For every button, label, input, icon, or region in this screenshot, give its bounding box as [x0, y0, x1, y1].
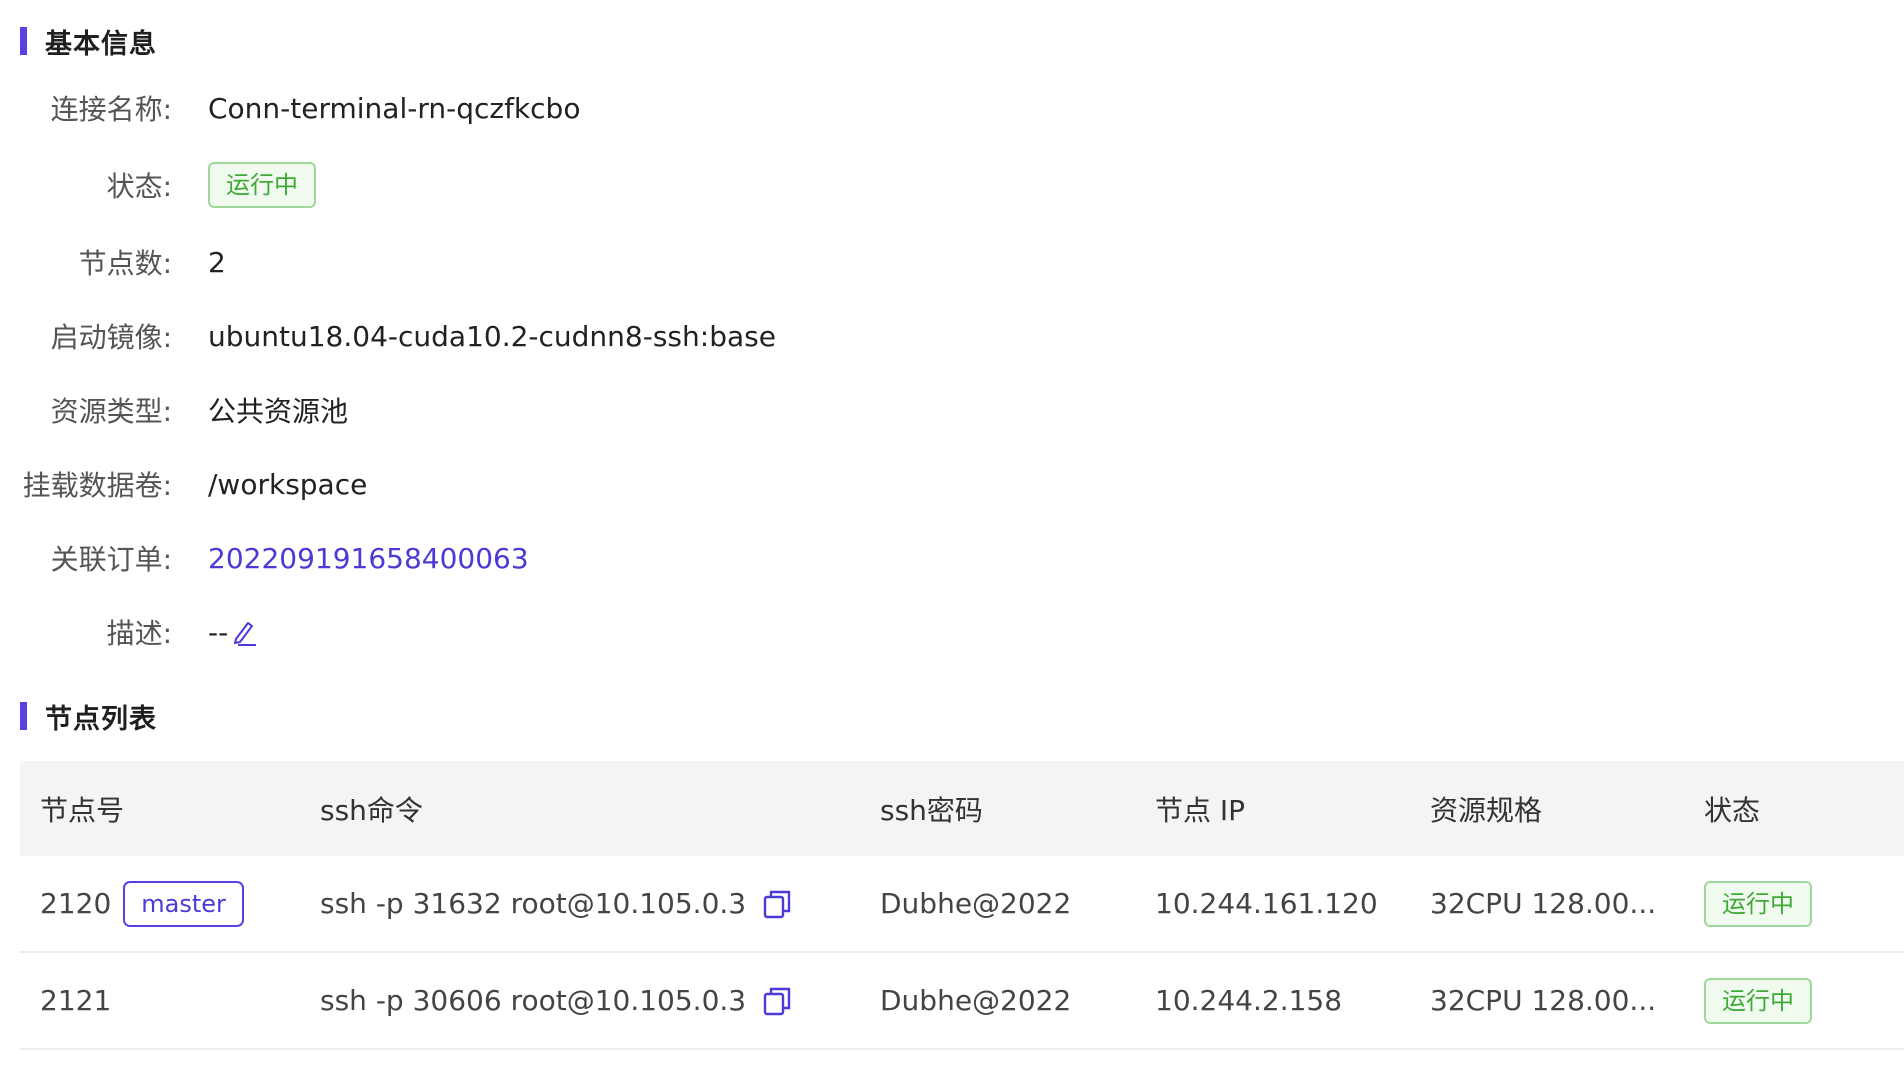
node-ip: 10.244.2.158: [1155, 984, 1343, 1017]
status-badge: 运行中: [1704, 880, 1812, 927]
node-ip: 10.244.161.120: [1155, 887, 1378, 920]
info-row-connection-name: 连接名称: Conn-terminal-rn-qczfkcbo: [0, 86, 581, 130]
ssh-command-cell: ssh -p 30606 root@10.105.0.3: [320, 984, 792, 1017]
node-id: 2120: [40, 887, 112, 920]
copy-icon[interactable]: [762, 888, 792, 920]
ssh-password: Dubhe@2022: [880, 984, 1072, 1017]
table-row: 2120 master ssh -p 31632 root@10.105.0.3…: [20, 856, 1904, 953]
ssh-command-cell: ssh -p 31632 root@10.105.0.3: [320, 887, 792, 920]
info-row-volume: 挂载数据卷: /workspace: [0, 462, 368, 506]
node-table: 节点号 ssh命令 ssh密码 节点 IP 资源规格 状态 2120 maste…: [20, 761, 1904, 1050]
info-row-order: 关联订单: 202209191658400063: [0, 536, 529, 580]
order-link[interactable]: 202209191658400063: [208, 542, 529, 575]
order-label: 关联订单:: [50, 543, 172, 576]
resource-type-label: 资源类型:: [50, 395, 172, 428]
status-cell: 运行中: [1704, 977, 1812, 1024]
status-badge: 运行中: [208, 162, 316, 208]
description-value-wrap: --: [208, 616, 258, 649]
node-count-label: 节点数:: [78, 247, 172, 280]
node-count-value: 2: [208, 245, 226, 279]
basic-info-title: 基本信息: [45, 28, 157, 60]
col-resource-spec: 资源规格: [1430, 793, 1543, 827]
table-row: 2121 ssh -p 30606 root@10.105.0.3 Dubhe@…: [20, 953, 1904, 1050]
info-row-description: 描述: --: [0, 610, 258, 654]
col-node-ip: 节点 IP: [1155, 793, 1246, 827]
status-label: 状态:: [106, 170, 172, 203]
volume-label: 挂载数据卷:: [22, 469, 172, 502]
info-row-resource-type: 资源类型: 公共资源池: [0, 388, 348, 432]
basic-info-heading: 基本信息: [20, 25, 157, 60]
description-label: 描述:: [106, 617, 172, 650]
node-id-cell: 2121: [40, 984, 111, 1017]
info-row-status: 状态: 运行中: [0, 162, 316, 208]
master-badge: master: [123, 880, 244, 927]
ssh-command: ssh -p 30606 root@10.105.0.3: [320, 984, 747, 1017]
table-header: 节点号 ssh命令 ssh密码 节点 IP 资源规格 状态: [20, 761, 1904, 856]
col-ssh-password: ssh密码: [880, 793, 983, 827]
resource-spec: 32CPU 128.00...: [1430, 984, 1657, 1017]
connection-name-value: Conn-terminal-rn-qczfkcbo: [208, 91, 581, 125]
image-value: ubuntu18.04-cuda10.2-cudnn8-ssh:base: [208, 319, 776, 353]
col-ssh-command: ssh命令: [320, 793, 423, 827]
node-id: 2121: [40, 984, 112, 1017]
status-value-wrap: 运行中: [208, 162, 316, 208]
col-node-id: 节点号: [40, 793, 125, 827]
info-row-image: 启动镜像: ubuntu18.04-cuda10.2-cudnn8-ssh:ba…: [0, 314, 776, 358]
resource-type-value: 公共资源池: [208, 395, 349, 428]
status-cell: 运行中: [1704, 880, 1812, 927]
copy-icon[interactable]: [762, 985, 792, 1017]
info-row-node-count: 节点数: 2: [0, 240, 226, 284]
edit-icon[interactable]: [230, 617, 258, 647]
heading-accent-bar: [20, 702, 27, 730]
node-list-title: 节点列表: [45, 703, 157, 735]
heading-accent-bar: [20, 27, 27, 55]
node-id-cell: 2120 master: [40, 880, 244, 927]
col-status: 状态: [1704, 793, 1761, 827]
image-label: 启动镜像:: [50, 321, 172, 354]
ssh-command: ssh -p 31632 root@10.105.0.3: [320, 887, 747, 920]
node-list-heading: 节点列表: [20, 700, 157, 735]
resource-spec: 32CPU 128.00...: [1430, 887, 1657, 920]
connection-name-label: 连接名称:: [50, 93, 172, 126]
volume-value: /workspace: [208, 467, 368, 501]
description-value: --: [208, 615, 229, 649]
status-badge: 运行中: [1704, 977, 1812, 1024]
ssh-password: Dubhe@2022: [880, 887, 1072, 920]
